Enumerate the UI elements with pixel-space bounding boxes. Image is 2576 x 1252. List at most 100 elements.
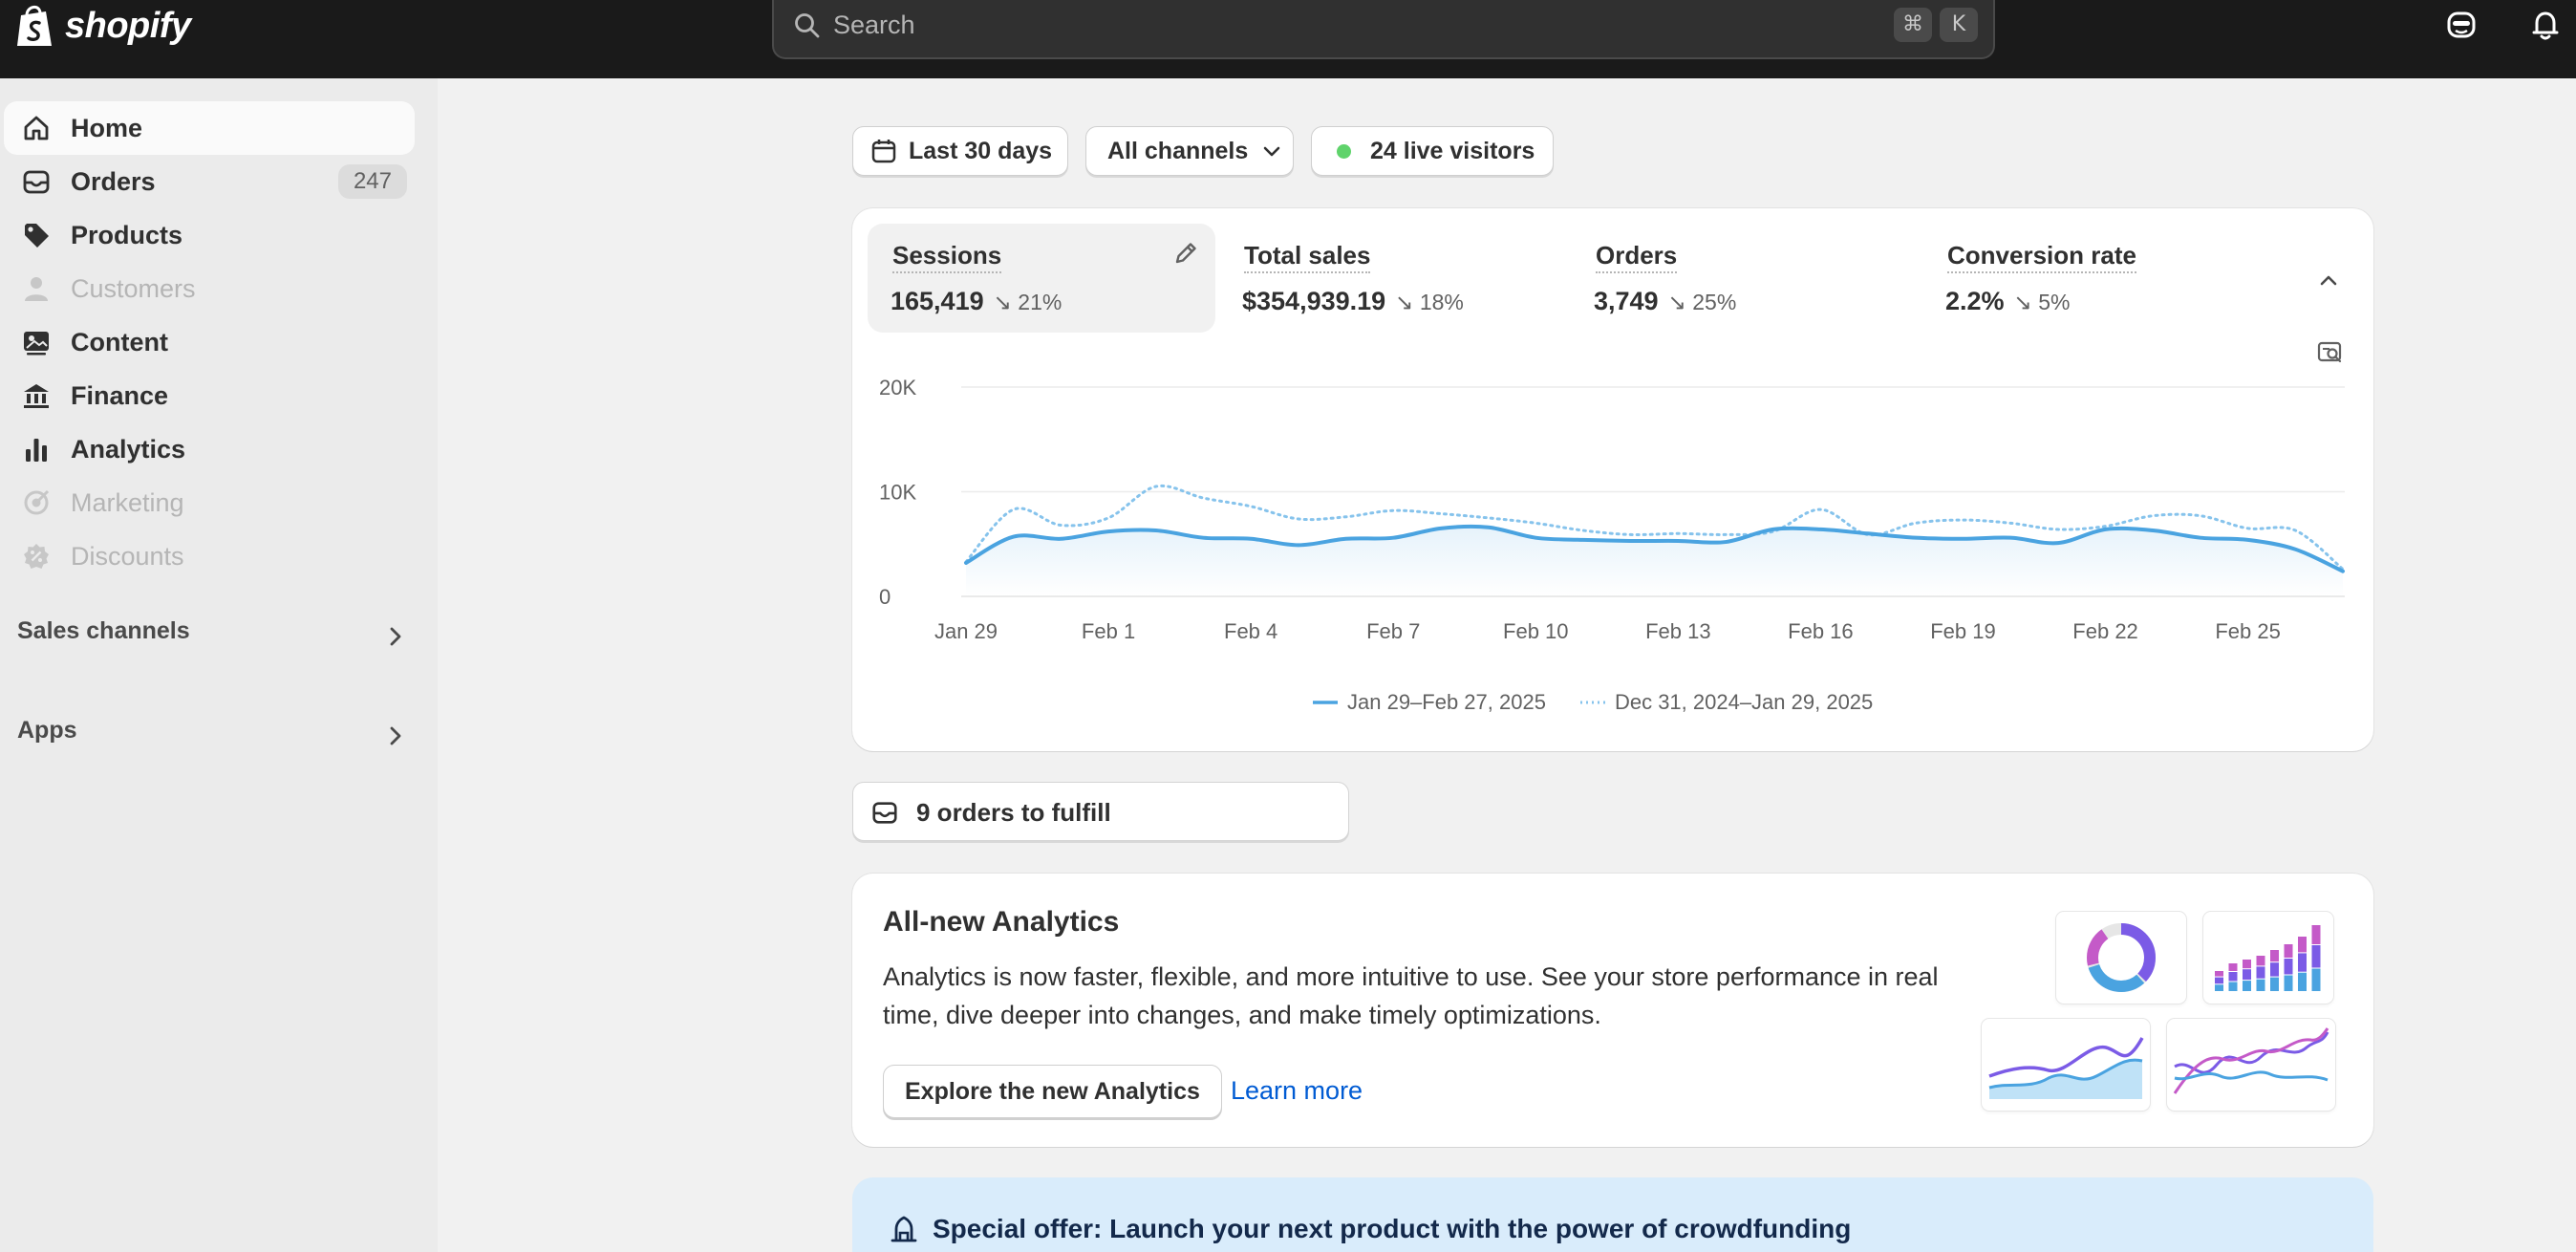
metric-change: 25% [1692,290,1737,314]
date-range-button[interactable]: Last 30 days [852,126,1068,176]
illustration-bar [2256,956,2265,966]
sidekick-icon[interactable] [2444,8,2479,42]
sidebar-item-orders[interactable]: Orders 247 [4,155,415,208]
metric-conversion-rate[interactable]: Conversion rate 2.2% ↘ 5% [1922,224,2266,333]
illustration-bar [2228,982,2238,991]
illustration-bar [2215,984,2223,991]
illustration-bar [2270,977,2279,991]
date-range-label: Last 30 days [909,137,1053,164]
x-tick-label: Feb 13 [1645,619,1711,643]
shopify-bag-icon [17,6,52,46]
metric-sessions[interactable]: Sessions 165,419 ↘ 21% [868,224,1215,333]
orders-count-badge: 247 [337,164,407,199]
illustration-bar [2215,971,2223,977]
legend-previous-period: Dec 31, 2024–Jan 29, 2025 [1614,690,1874,714]
sidebar-item-analytics[interactable]: Analytics [4,422,415,476]
person-icon [25,277,48,301]
metric-value: $354,939.19 [1242,287,1386,315]
x-tick-label: Feb 25 [2215,619,2281,643]
metric-change: 5% [2038,290,2071,314]
area-chart-illustration [1982,1019,2150,1111]
sidebar-item-label: Home [71,113,143,142]
sidebar-item-products[interactable]: Products [4,208,415,262]
shortcut-command-key: ⌘ [1894,8,1932,42]
search-bar[interactable]: ⌘ K [772,0,1995,59]
live-status-dot [1337,143,1351,159]
brand-name: shopify [65,5,191,46]
sidebar-item-discounts[interactable]: Discounts [4,529,415,583]
sidebar-item-finance[interactable]: Finance [4,369,415,422]
x-tick-label: Jan 29 [934,619,998,643]
sidebar-item-home[interactable]: Home [4,101,415,155]
illustration-bar [2243,981,2251,991]
illustration-bar [2243,969,2251,981]
bar-chart-illustration [2203,912,2333,1004]
crowdfunding-icon [891,1216,917,1242]
metric-title: Orders [1596,241,1678,273]
sidebar-item-label: Customers [71,273,196,303]
sidebar-item-label: Finance [71,380,169,410]
metric-orders[interactable]: Orders 3,749 ↘ 25% [1571,224,1915,333]
metric-title: Sessions [892,241,1002,273]
pencil-icon[interactable] [1171,239,1200,268]
sessions-line-chart: 0 10K 20K Jan 29 Feb 1 Feb 4 Feb 7 Feb 10 Feb 13… [879,376,2345,643]
illustration-bar [2284,944,2293,958]
legend-current-period: Jan 29–Feb 27, 2025 [1347,690,1546,714]
target-icon [24,489,50,515]
section-label: Apps [17,717,77,744]
sidebar-section-sales-channels[interactable]: Sales channels [17,617,409,656]
metric-value: 2.2% [1945,287,2005,315]
illustration-bar [2284,975,2293,991]
home-icon [24,116,49,140]
special-offer-title: Special offer: Launch your next product … [933,1214,1852,1243]
top-bar: shopify ⌘ K [0,0,2576,78]
learn-more-link[interactable]: Learn more [1231,1076,1363,1106]
metric-value-row: 165,419 ↘ 21% [891,287,1062,316]
shopify-logo[interactable]: shopify [13,2,191,50]
chart-legend: Jan 29–Feb 27, 2025 Dec 31, 2024–Jan 29,… [1313,690,1873,715]
illustration-bar [2311,968,2321,991]
metric-total-sales[interactable]: Total sales $354,939.19 ↘ 18% [1219,224,1563,333]
promo-description: Analytics is now faster, flexible, and m… [883,962,1939,1029]
live-visitors-label: 24 live visitors [1370,137,1535,164]
illustration-bar [2298,953,2307,972]
sidebar-item-marketing[interactable]: Marketing [4,476,415,529]
bar-chart-icon [26,439,47,462]
channels-dropdown[interactable]: All channels [1085,126,1294,176]
sidebar-item-customers[interactable]: Customers [4,262,415,315]
live-visitors-button[interactable]: 24 live visitors [1311,126,1554,176]
sidebar-section-apps[interactable]: Apps [17,717,409,755]
legend-solid-line-icon [1313,701,1338,704]
illustration-bar [2311,945,2321,968]
inbox-icon [23,170,50,194]
notifications-bell-icon[interactable] [2528,8,2563,42]
illustration-bar [2228,972,2238,982]
sidebar-item-content[interactable]: Content [4,315,415,369]
search-input[interactable] [833,8,1693,42]
discount-icon [24,544,49,569]
explore-analytics-button[interactable]: Explore the new Analytics [883,1065,1222,1118]
sidebar-item-label: Products [71,220,183,249]
metric-value-row: 2.2% ↘ 5% [1945,287,2070,316]
metric-value: 3,749 [1594,287,1659,315]
x-tick-label: Feb 7 [1366,619,1420,643]
metric-change: 21% [1018,290,1063,314]
chevron-right-icon [390,627,401,646]
orders-to-fulfill-button[interactable]: 9 orders to fulfill [852,782,1349,841]
inbox-icon [872,802,897,824]
trend-down-icon: ↘ [1395,290,1414,314]
metric-value-row: 3,749 ↘ 25% [1594,287,1736,316]
search-icon [795,13,820,38]
special-offer-banner[interactable]: Special offer: Launch your next product … [852,1177,2373,1252]
legend-dotted-line-icon [1579,701,1605,704]
illustration-bar [2270,962,2279,977]
sidebar: Home Orders 247 Products Customers Conte… [0,78,438,1252]
illustration-bar [2270,950,2279,962]
x-tick-label: Feb 4 [1224,619,1277,643]
illustration-bar [2298,972,2307,991]
metric-value-row: $354,939.19 ↘ 18% [1242,287,1464,316]
orders-to-fulfill-label: 9 orders to fulfill [916,798,1111,827]
collapse-chevron-up-icon[interactable] [2314,266,2343,294]
donut-chart-illustration [2056,912,2186,1004]
illustration-bar [2243,960,2251,969]
